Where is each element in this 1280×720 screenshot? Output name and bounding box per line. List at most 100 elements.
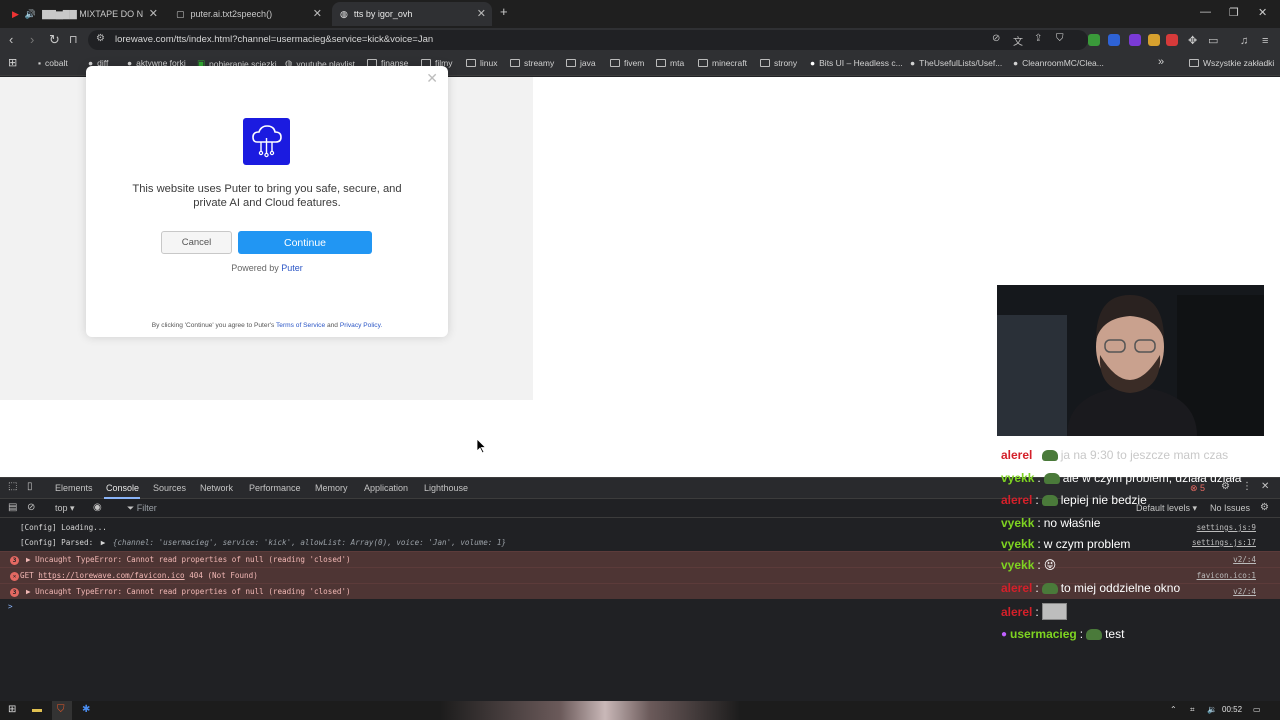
sidebar-icon[interactable]: ▭ <box>1208 33 1218 49</box>
bookmark-icon[interactable]: ⊓ <box>69 32 78 48</box>
bookmark-item[interactable]: ● CleanroomMC/Clea... <box>1013 58 1104 68</box>
sidebar-toggle-icon[interactable]: ▤ <box>8 502 17 513</box>
github-icon: ● <box>1013 58 1019 68</box>
site-info-icon[interactable]: ⚙ <box>96 33 105 44</box>
source-link[interactable]: v2/:4 <box>1233 552 1256 568</box>
error-count-badge: 3 <box>10 556 19 565</box>
folder-icon <box>566 59 576 67</box>
translate-icon[interactable]: 文 <box>1013 33 1023 48</box>
extension-icon[interactable] <box>1129 34 1141 46</box>
clear-console-icon[interactable]: ⊘ <box>27 502 35 513</box>
all-bookmarks-folder[interactable]: Wszystkie zakładki <box>1189 58 1274 68</box>
close-devtools-icon[interactable]: ✕ <box>1261 481 1269 492</box>
inspect-icon[interactable]: ⬚ <box>8 481 17 492</box>
puter-consent-dialog: ✕ This website uses Puter to bring you s… <box>86 66 448 337</box>
shield-icon[interactable]: ⛉ <box>1056 33 1064 44</box>
chat-username: vyekk <box>1001 537 1035 551</box>
extension-icon[interactable] <box>1108 34 1120 46</box>
settings-icon[interactable]: ⚙ <box>1260 502 1269 513</box>
tab-network[interactable]: Network <box>200 483 233 493</box>
tab-tts[interactable]: ◍ tts by igor_ovh ✕ <box>332 2 492 26</box>
tab-memory[interactable]: Memory <box>315 483 348 493</box>
close-icon[interactable]: ✕ <box>477 7 486 20</box>
back-icon[interactable]: ‹ <box>9 32 13 48</box>
tab-label: ▇▇▆▇▇ MIXTAPE DO N <box>42 8 144 19</box>
chat-username: alerel <box>1001 493 1033 507</box>
continue-button[interactable]: Continue <box>238 231 372 254</box>
bookmark-folder[interactable]: java <box>566 58 596 68</box>
extension-icon[interactable] <box>1148 34 1160 46</box>
vscode-icon[interactable]: ✱ <box>82 704 90 715</box>
restore-icon[interactable]: ❐ <box>1229 6 1239 19</box>
media-icon[interactable]: ♫ <box>1240 33 1248 49</box>
window-close-icon[interactable]: ✕ <box>1258 6 1267 19</box>
expand-icon[interactable]: ▶ <box>101 538 106 547</box>
bookmark-item[interactable]: ● TheUsefulLists/Usef... <box>910 58 1002 68</box>
frog-emote-icon <box>1086 628 1103 640</box>
share-icon[interactable]: ⇪ <box>1034 33 1042 44</box>
tab-sources[interactable]: Sources <box>153 483 186 493</box>
device-toggle-icon[interactable]: ▯ <box>27 481 33 492</box>
console-prompt[interactable]: > <box>0 599 1280 615</box>
source-link[interactable]: settings.js:9 <box>1197 520 1256 536</box>
start-icon[interactable]: ⊞ <box>8 704 16 715</box>
bookmark-item[interactable]: ▪ cobalt <box>38 58 68 68</box>
close-icon[interactable]: ✕ <box>426 70 438 87</box>
bookmark-item[interactable]: ● Bits UI – Headless c... <box>810 58 903 68</box>
extension-icon[interactable] <box>1166 34 1178 46</box>
camera-blocked-icon[interactable]: ⊘ <box>992 33 1000 44</box>
tab-application[interactable]: Application <box>364 483 408 493</box>
folder-icon <box>656 59 666 67</box>
chat-message: vyekk: ale w czym problem, działa działa <box>1001 471 1242 485</box>
close-icon[interactable]: ✕ <box>149 7 158 20</box>
bookmark-folder[interactable]: fivem <box>610 58 644 68</box>
close-icon[interactable]: ✕ <box>313 7 322 20</box>
apps-icon[interactable]: ⊞ <box>8 56 17 69</box>
folder-icon <box>466 59 476 67</box>
tab-performance[interactable]: Performance <box>249 483 301 493</box>
expand-icon[interactable]: ▶ <box>26 555 31 564</box>
extension-icon[interactable] <box>1088 34 1100 46</box>
puzzle-icon[interactable]: ✥ <box>1188 33 1197 49</box>
clock-text[interactable]: 00:52 <box>1222 705 1242 714</box>
filter-input[interactable]: ⏷ Filter <box>127 503 157 514</box>
reload-icon[interactable]: ↻ <box>49 32 60 48</box>
address-bar[interactable]: ⚙ lorewave.com/tts/index.html?channel=us… <box>88 30 1088 50</box>
terms-link[interactable]: Terms of Service <box>276 322 325 329</box>
new-tab-icon[interactable]: + <box>500 4 508 19</box>
context-select[interactable]: top ▾ <box>55 503 75 514</box>
issues-button[interactable]: No Issues <box>1210 503 1250 513</box>
privacy-link[interactable]: Privacy Policy. <box>340 322 382 329</box>
tab-elements[interactable]: Elements <box>55 483 93 493</box>
bookmark-folder[interactable]: minecraft <box>698 58 747 68</box>
bookmark-folder[interactable]: strony <box>760 58 797 68</box>
puter-link[interactable]: Puter <box>281 263 303 273</box>
source-link[interactable]: v2/:4 <box>1233 584 1256 600</box>
tray-chevron-icon[interactable]: ⌃ <box>1170 705 1177 714</box>
bookmark-folder[interactable]: streamy <box>510 58 554 68</box>
tab-puter[interactable]: ▢ puter.ai.txt2speech() ✕ <box>168 2 328 26</box>
minimize-icon[interactable]: — <box>1200 6 1211 18</box>
tab-mixtape[interactable]: ▶ 🔊 ▇▇▆▇▇ MIXTAPE DO N ✕ <box>4 2 164 26</box>
volume-icon[interactable]: 🔉 <box>1207 705 1217 714</box>
bookmark-folder[interactable]: mta <box>656 58 684 68</box>
network-icon[interactable]: ⌗ <box>1190 705 1195 715</box>
source-link[interactable]: favicon.ico:1 <box>1197 568 1256 584</box>
tab-console[interactable]: Console <box>106 483 139 493</box>
more-options-icon[interactable]: ⋮ <box>1242 481 1252 492</box>
cancel-button[interactable]: Cancel <box>161 231 232 254</box>
eye-icon[interactable]: ◉ <box>93 502 102 513</box>
menu-icon[interactable]: ≡ <box>1262 33 1268 49</box>
puter-logo-icon <box>243 118 290 165</box>
request-link[interactable]: https://lorewave.com/favicon.ico <box>38 571 184 580</box>
youtube-icon: ▶ <box>12 8 19 19</box>
forward-icon[interactable]: › <box>30 32 34 48</box>
source-link[interactable]: settings.js:17 <box>1192 535 1256 551</box>
chat-text: test <box>1105 627 1125 641</box>
notification-icon[interactable]: ▭ <box>1253 705 1261 714</box>
bookmark-folder[interactable]: linux <box>466 58 497 68</box>
chevron-right-icon[interactable]: » <box>1158 56 1164 68</box>
expand-icon[interactable]: ▶ <box>26 587 31 596</box>
tab-lighthouse[interactable]: Lighthouse <box>424 483 468 493</box>
file-explorer-icon[interactable]: ▬ <box>32 704 42 715</box>
